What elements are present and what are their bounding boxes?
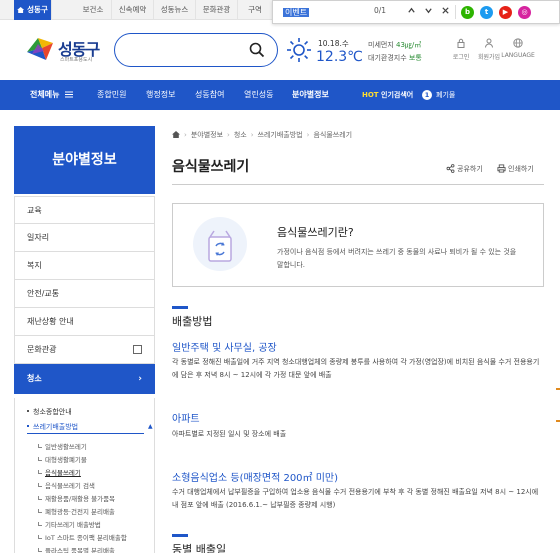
all-menu-button[interactable]: 전체메뉴	[30, 80, 74, 110]
find-match-count: 0/1	[374, 6, 387, 15]
submenu-bulky-waste[interactable]: 대형생활폐기물	[38, 454, 87, 464]
submenu-disposal-method[interactable]: 쓰레기배출방법	[27, 422, 78, 432]
sidebar-item-safety-traffic[interactable]: 안전/교통	[14, 280, 155, 308]
section2-title: 동별 배출일	[172, 543, 227, 553]
find-next-button[interactable]	[423, 6, 433, 16]
rank-number: 1	[422, 90, 432, 100]
sun-icon	[287, 38, 311, 62]
intro-box: 음식물쓰레기란? 가정이나 음식점 등에서 버려지는 쓰레기 중 동물의 사료나…	[172, 203, 544, 287]
chevron-up-icon	[407, 7, 415, 13]
home-icon	[17, 7, 25, 13]
tab-quick-booking[interactable]: 신속예약	[112, 0, 154, 20]
printer-icon	[497, 164, 506, 173]
scrollbar-marker	[556, 420, 560, 422]
submenu-plastic[interactable]: 플라스틱 품목별 분리배출	[38, 545, 115, 553]
nav-participation[interactable]: 성동참여	[195, 80, 224, 110]
tab-seongdong-news[interactable]: 성동뉴스	[154, 0, 196, 20]
close-icon	[441, 7, 449, 14]
tab-district[interactable]: 구역	[238, 0, 272, 20]
sidebar-title: 분야별정보	[14, 126, 155, 194]
scrollbar-marker	[556, 388, 560, 390]
submenu-divider	[27, 433, 144, 434]
search-input[interactable]	[114, 33, 278, 67]
weather-date: 10.18.수	[318, 39, 349, 48]
method-house-title: 일반주택 및 사무실, 공장	[172, 343, 277, 354]
intro-illustration	[193, 217, 247, 271]
intro-description: 가정이나 음식점 등에서 버려지는 쓰레기 중 동물의 사료나 퇴비가 될 수 …	[277, 248, 517, 269]
weather-temperature: 12.3℃	[316, 49, 363, 65]
method-house-desc: 각 동별로 정해진 배출일에 거주 지역 청소대행업체의 종량제 봉투를 사용하…	[172, 358, 540, 379]
sidebar-item-cleaning[interactable]: 청소 ›	[14, 364, 155, 394]
section-title: 배출방법	[172, 315, 213, 328]
youtube-icon[interactable]: ▶	[499, 6, 512, 19]
find-input[interactable]: 이벤트	[279, 5, 467, 20]
submenu-other-waste[interactable]: 기타쓰레기 배출방법	[38, 519, 101, 529]
submenu-food-waste[interactable]: 음식물쓰레기	[38, 467, 81, 477]
page-title: 음식물쓰레기	[172, 159, 250, 175]
method-apartment-title: 아파트	[172, 414, 200, 425]
submenu-general-waste[interactable]: 일반생활쓰레기	[38, 441, 87, 451]
print-button[interactable]: 인쇄하기	[497, 164, 534, 174]
nav-field-info[interactable]: 분야별정보	[292, 80, 329, 110]
globe-icon	[513, 38, 523, 48]
external-link-icon	[133, 345, 142, 354]
user-icon	[485, 38, 493, 48]
share-icon	[446, 164, 455, 173]
submenu-lamps-batteries[interactable]: 폐형광등·건전지 분리배출	[38, 506, 115, 516]
submenu-cleaning-guide[interactable]: 청소종합안내	[27, 407, 72, 417]
twitter-icon[interactable]: t	[480, 6, 493, 19]
search-icon[interactable]	[249, 42, 265, 58]
submenu-iot-carton[interactable]: IoT 스마트 종이팩 분리배출함	[38, 532, 127, 542]
sidebar-menu: 교육 일자리 복지 안전/교통 재난상황 안내 문화관광 청소 ›	[14, 196, 155, 394]
intro-title: 음식물쓰레기란?	[277, 226, 354, 239]
find-in-page-bar: 이벤트 0/1 b t ▶ ◎	[272, 0, 560, 24]
method-small-restaurant-title: 소형음식업소 등(매장면적 200㎡ 미만)	[172, 473, 339, 484]
sidebar-item-welfare[interactable]: 복지	[14, 252, 155, 280]
language-link[interactable]: LANGUAGE	[498, 38, 538, 59]
find-prev-button[interactable]	[406, 6, 416, 16]
hot-keyword-item[interactable]: 1 폐기물	[422, 80, 455, 110]
lock-icon	[457, 38, 465, 48]
submenu-food-waste-search[interactable]: 음식물쓰레기 검색	[38, 480, 95, 490]
main-nav: 전체메뉴 종합민원 행정정보 성동참여 열린성동 분야별정보 HOT 인기검색어…	[0, 80, 560, 110]
logo-subtitle: 스마트포용도시	[60, 57, 93, 63]
share-button[interactable]: 공유하기	[446, 164, 483, 174]
sidebar-item-education[interactable]: 교육	[14, 196, 155, 224]
nav-open-seongdong[interactable]: 열린성동	[244, 80, 273, 110]
submenu-recyclables[interactable]: 재활용품/재활용 불가품목	[37, 493, 115, 503]
food-waste-bag-icon	[208, 230, 232, 262]
air-quality-info: 대기환경지수 보통	[368, 54, 422, 62]
blog-icon[interactable]: b	[461, 6, 474, 19]
seongdong-logo[interactable]	[24, 34, 56, 62]
tab-seongdong-office[interactable]: 성동구청	[14, 0, 52, 34]
title-divider	[172, 184, 544, 185]
hot-keywords: HOT 인기검색어	[362, 91, 414, 99]
chevron-down-icon	[424, 8, 432, 14]
nav-admin-info[interactable]: 행정정보	[146, 80, 175, 110]
section2-accent	[172, 534, 188, 537]
nav-civil-service[interactable]: 종합민원	[97, 80, 126, 110]
sidebar-item-culture[interactable]: 문화관광	[14, 336, 155, 364]
breadcrumb: › 분야별정보 › 청소 › 쓰레기배출방법 › 음식물쓰레기	[172, 130, 352, 140]
sidebar-item-jobs[interactable]: 일자리	[14, 224, 155, 252]
chevron-right-icon: ›	[138, 374, 142, 384]
fine-dust-info: 미세먼지 43㎍/㎥	[368, 41, 422, 49]
sidebar-submenu: 청소종합안내 쓰레기배출방법 ▲ 일반생활쓰레기 대형생활폐기물 음식물쓰레기 …	[14, 398, 155, 553]
find-close-button[interactable]	[440, 6, 450, 16]
home-icon[interactable]	[172, 131, 180, 138]
hamburger-icon	[65, 91, 74, 98]
chevron-up-icon: ▲	[148, 423, 153, 430]
tab-health-center[interactable]: 보건소	[75, 0, 112, 20]
sidebar-item-disaster[interactable]: 재난상황 안내	[14, 308, 155, 336]
method-small-restaurant-desc: 수거 대행업체에서 납부필증을 구입하여 업소용 음식물 수거 전용용기에 부착…	[172, 488, 539, 509]
tab-culture-tour[interactable]: 문화관광	[196, 0, 238, 20]
section-accent	[172, 306, 188, 309]
method-apartment-desc: 아파트별로 지정된 일시 및 장소에 배출	[172, 430, 287, 438]
find-separator	[455, 5, 456, 19]
instagram-icon[interactable]: ◎	[518, 6, 531, 19]
